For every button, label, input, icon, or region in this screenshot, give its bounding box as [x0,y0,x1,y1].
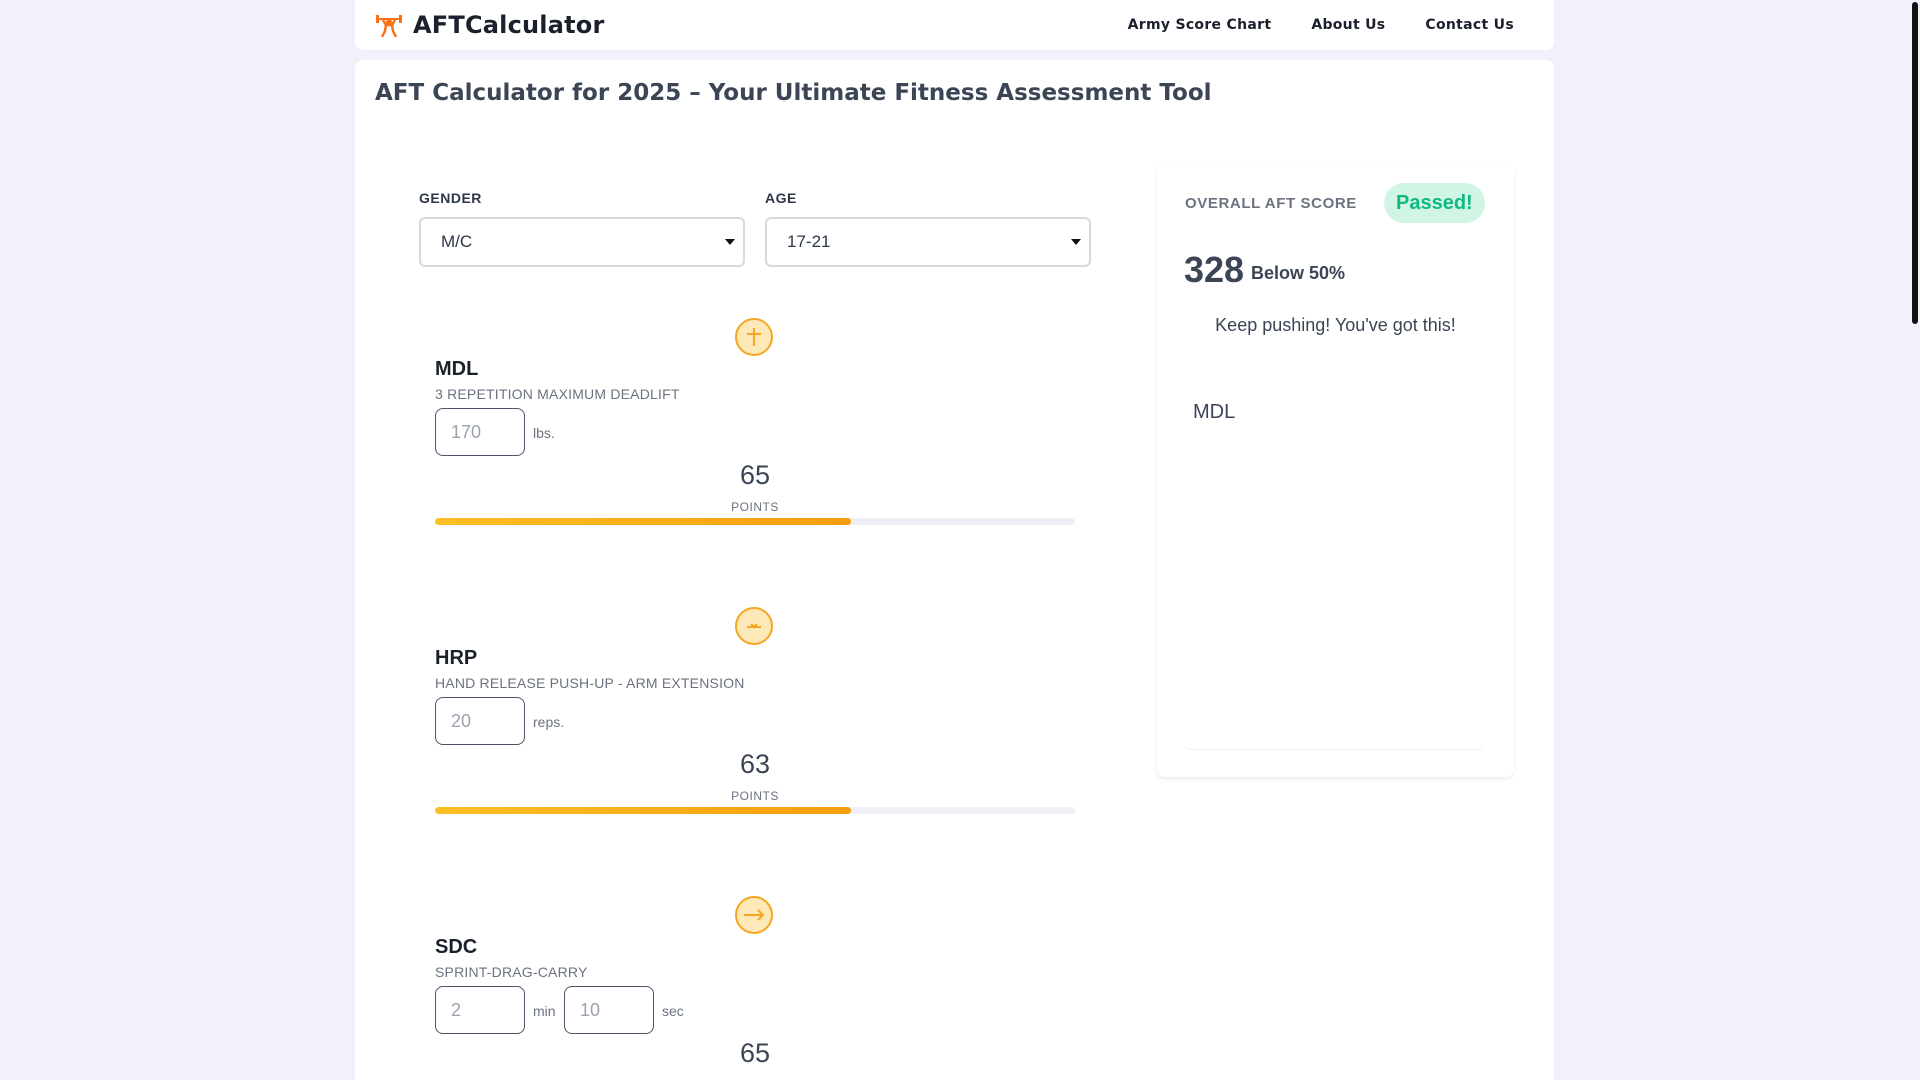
mdl-points: 65 [739,460,771,490]
weightlifter-logo-icon [376,15,402,38]
age-label: AGE [765,190,797,206]
encouragement-message: Keep pushing! You've got this! [1215,315,1456,335]
event-subtitle-sdc: SPRINT-DRAG-CARRY [435,964,588,980]
score-chart-area [1185,445,1485,750]
mdl-progress-fill [435,518,851,525]
chevron-down-icon [1071,239,1081,245]
mdl-weight-input[interactable]: 170 [435,408,525,456]
sdc-minutes-input[interactable]: 2 [435,986,525,1034]
gender-select-value: M/C [441,232,473,251]
age-select[interactable]: 17-21 [765,217,1091,267]
sdc-minutes-unit: min [533,1003,556,1019]
gender-select[interactable]: M/C [419,217,745,267]
sdc-seconds-input[interactable]: 10 [564,986,654,1034]
pushup-icon [735,607,773,645]
brand[interactable]: AFTCalculator [375,11,605,39]
sprint-arrow-icon [735,896,773,934]
chevron-down-icon [725,239,735,245]
sdc-points: 65 [739,1038,771,1068]
age-select-value: 17-21 [787,232,831,251]
site-header: AFTCalculator Army Score Chart About Us … [355,0,1554,50]
nav-contact-us[interactable]: Contact Us [1425,17,1514,33]
page-title: AFT Calculator for 2025 – Your Ultimate … [375,80,1212,106]
hrp-unit: reps. [533,714,565,730]
sdc-seconds-unit: sec [662,1003,684,1019]
event-title-mdl: MDL [435,358,479,380]
mdl-unit: lbs. [533,425,555,441]
hrp-reps-input[interactable]: 20 [435,697,525,745]
gender-label: GENDER [419,190,482,206]
status-badge: Passed! [1384,183,1485,223]
chart-event-label: MDL [1193,401,1236,423]
hrp-progress-fill [435,807,851,814]
mdl-points-label: POINTS [731,500,779,514]
mdl-progress-bar [435,518,1075,525]
nav-army-score-chart[interactable]: Army Score Chart [1128,17,1272,33]
main-nav: Army Score Chart About Us Contact Us [1128,17,1514,33]
page-scrollbar[interactable] [1910,0,1920,1080]
brand-name: AFTCalculator [413,11,605,39]
overall-score-label: OVERALL AFT SCORE [1185,195,1357,212]
calculator-card: AFT Calculator for 2025 – Your Ultimate … [355,60,1554,1080]
event-title-hrp: HRP [435,647,478,669]
overall-score-value: 328 [1184,249,1245,290]
event-subtitle-mdl: 3 REPETITION MAXIMUM DEADLIFT [435,386,680,402]
deadlift-icon [735,318,773,356]
score-panel: OVERALL AFT SCORE Passed! 328 Below 50% … [1157,165,1514,777]
hrp-points: 63 [739,749,771,779]
event-subtitle-hrp: HAND RELEASE PUSH-UP - ARM EXTENSION [435,675,745,691]
scrollbar-thumb[interactable] [1912,2,1918,324]
event-title-sdc: SDC [435,936,478,958]
hrp-progress-bar [435,807,1075,814]
score-percentile: Below 50% [1251,263,1346,283]
hrp-points-label: POINTS [731,789,779,803]
nav-about-us[interactable]: About Us [1311,17,1385,33]
